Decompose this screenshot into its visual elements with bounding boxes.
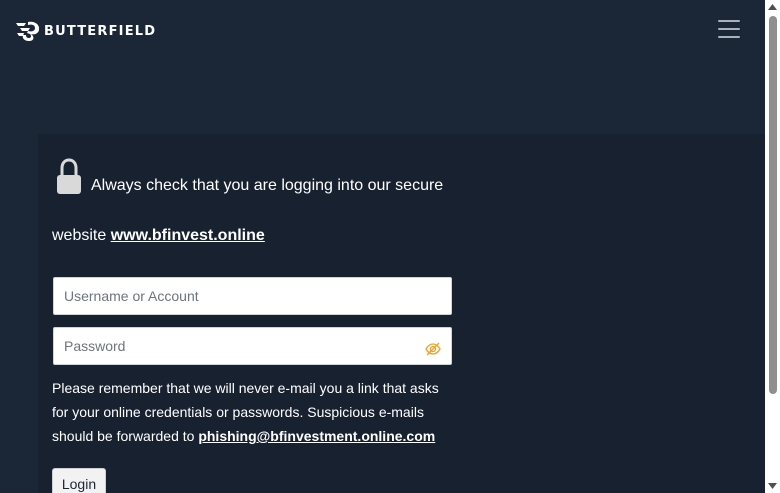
brand-logo[interactable]: BUTTERFIELD: [14, 19, 156, 43]
password-field[interactable]: [53, 327, 452, 365]
login-button[interactable]: Login: [52, 468, 106, 493]
username-input[interactable]: [54, 278, 414, 314]
scrollbar-thumb[interactable]: [769, 16, 777, 394]
hamburger-menu-icon[interactable]: [716, 17, 742, 41]
scroll-down-arrow-icon[interactable]: [765, 479, 780, 493]
navbar: BUTTERFIELD: [0, 0, 765, 60]
secure-website-link[interactable]: www.bfinvest.online: [111, 227, 265, 244]
username-field[interactable]: [53, 277, 452, 315]
brand-name: BUTTERFIELD: [44, 24, 157, 39]
butterfield-logo-icon: [16, 21, 40, 41]
eye-slash-icon[interactable]: [425, 341, 441, 357]
scroll-up-arrow-icon[interactable]: [765, 0, 780, 14]
security-notice: Always check that you are logging into o…: [52, 158, 472, 244]
phishing-email-link[interactable]: phishing@bfinvestment.online.com: [198, 428, 435, 444]
phishing-policy: Please remember that we will never e-mai…: [52, 376, 452, 448]
password-input[interactable]: [54, 328, 414, 364]
lock-icon: [57, 158, 81, 194]
page-scrollbar[interactable]: [765, 0, 780, 493]
page: BUTTERFIELD Always check that you are lo…: [0, 0, 765, 493]
